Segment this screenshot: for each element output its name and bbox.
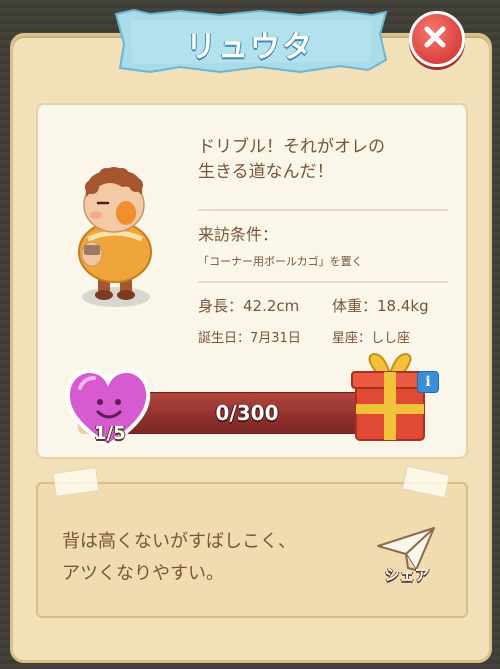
- character-quote: ドリブル！それがオレの 生きる道なんだ！: [198, 135, 448, 185]
- title-ribbon: リュウタ: [110, 4, 390, 78]
- height-stat: 身長：42.2cm: [198, 297, 300, 315]
- info-icon: i: [425, 374, 431, 390]
- character-name: リュウタ: [186, 30, 314, 65]
- share-button[interactable]: シェア: [372, 522, 442, 592]
- visit-condition-value: 「コーナー用ボールカゴ」を置く: [198, 255, 363, 268]
- description-line-2: アツくなりやすい。: [62, 563, 224, 584]
- quote-line-1: ドリブル！それがオレの: [198, 137, 385, 157]
- heart-level: 1/5: [94, 423, 126, 444]
- visit-condition-label: 来訪条件：: [198, 225, 279, 244]
- zodiac-stat: 星座：しし座: [332, 331, 411, 346]
- info-button[interactable]: i: [417, 371, 439, 393]
- description-line-1: 背は高くないがすばしこく、: [62, 531, 296, 552]
- weight-stat: 体重：18.4kg: [332, 297, 429, 315]
- divider: [198, 281, 448, 283]
- gift-box-icon[interactable]: [350, 352, 430, 444]
- close-icon: [424, 26, 446, 48]
- share-label: シェア: [384, 566, 430, 584]
- quote-line-2: 生きる道なんだ！: [198, 162, 334, 182]
- character-avatar: [78, 167, 152, 307]
- close-button[interactable]: [409, 11, 465, 67]
- divider: [198, 209, 448, 211]
- birthday-stat: 誕生日：7月31日: [198, 331, 301, 346]
- progress-text: 0/300: [215, 401, 279, 425]
- character-description: 背は高くないがすばしこく、 アツくなりやすい。: [62, 526, 362, 590]
